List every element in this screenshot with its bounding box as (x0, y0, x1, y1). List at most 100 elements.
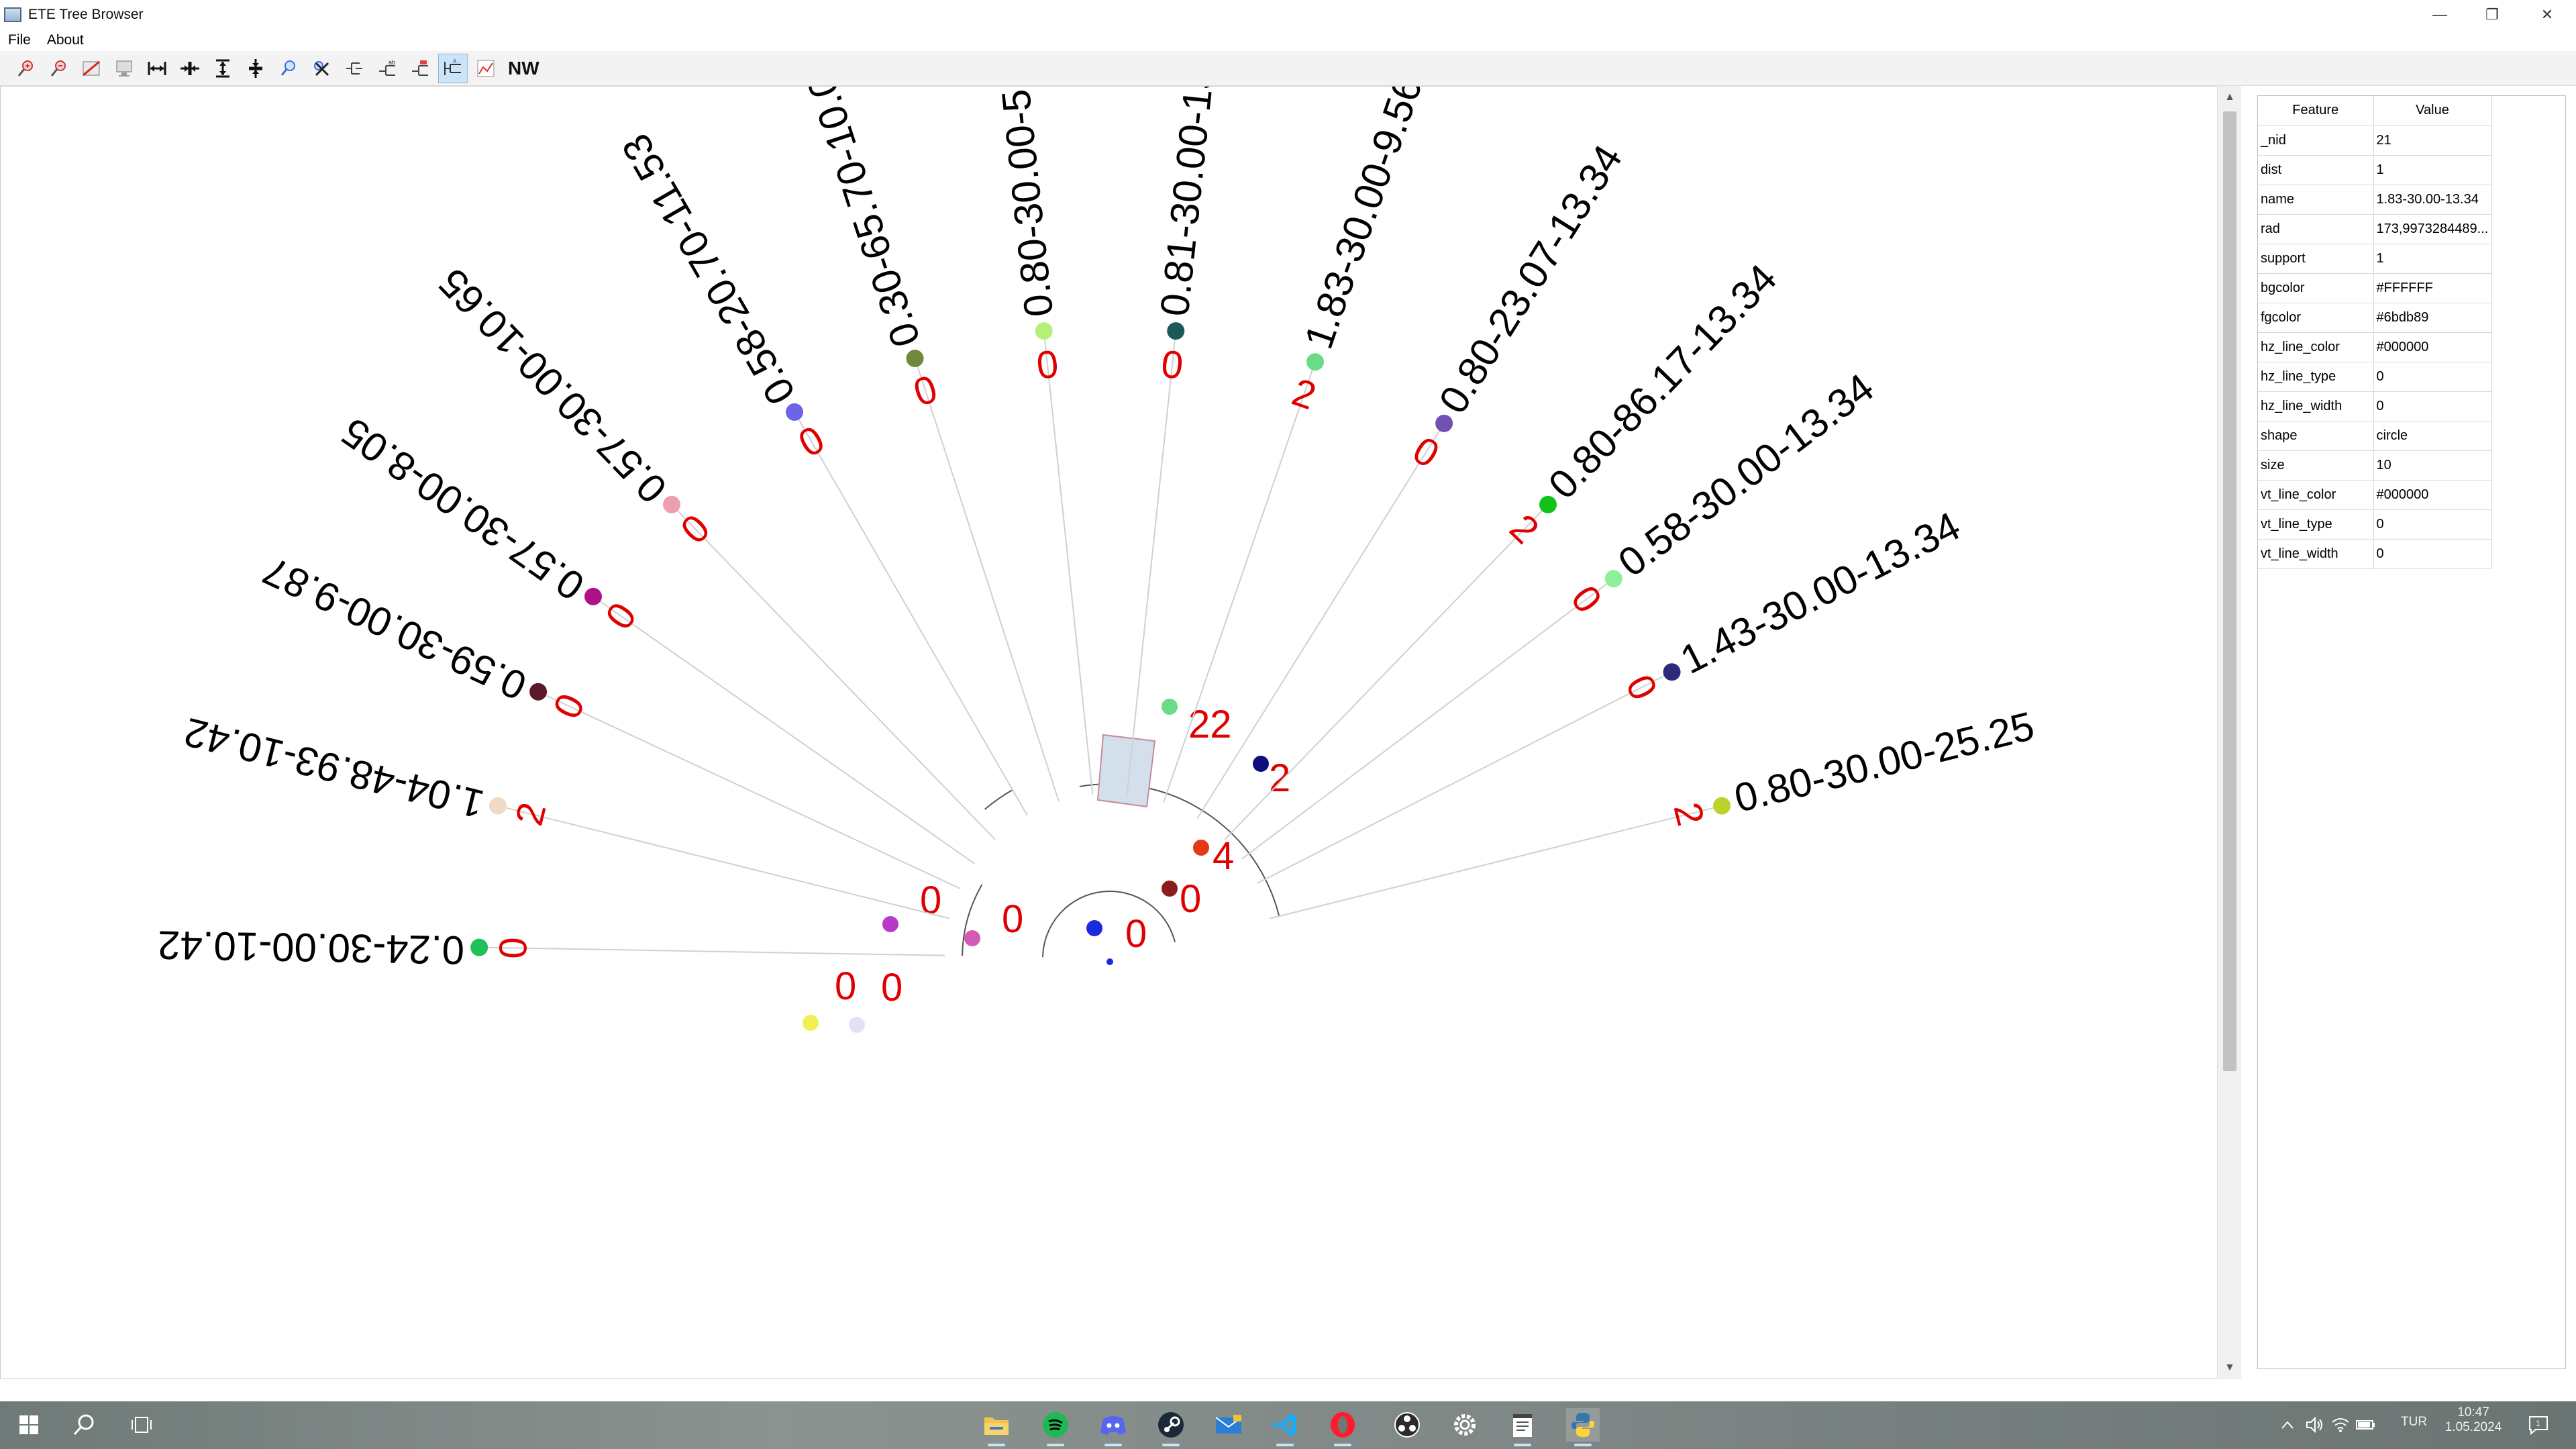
internal-node-dot[interactable] (849, 1017, 865, 1033)
feature-value-cell[interactable]: #FFFFFF (2373, 273, 2492, 303)
menu-file[interactable]: File (0, 32, 39, 48)
feature-name-cell[interactable]: bgcolor (2258, 273, 2374, 303)
feature-name-cell[interactable]: vt_line_type (2258, 509, 2374, 540)
internal-node-dot[interactable] (882, 916, 898, 932)
leaf-node-dot[interactable] (1713, 797, 1731, 815)
internal-node-dot[interactable] (1253, 756, 1269, 772)
leaf-node-dot[interactable] (906, 350, 924, 368)
feature-name-cell[interactable]: rad (2258, 214, 2374, 244)
feature-row[interactable]: size 10 (2258, 450, 2492, 481)
feature-value-cell[interactable]: 0 (2373, 509, 2492, 540)
feature-row[interactable]: rad 173,9973284489... (2258, 214, 2492, 244)
newick-button[interactable]: NW (508, 58, 539, 79)
collapsed-clade-box[interactable] (1096, 734, 1156, 808)
tree-canvas[interactable]: 0 0 4 2 22 0 0 0 0 0 0.24-30.00-10.42 2 1.04-48.93-1… (0, 86, 2241, 1379)
feature-name-cell[interactable]: size (2258, 450, 2374, 481)
internal-node-dot[interactable] (964, 930, 980, 946)
feature-row[interactable]: dist 1 (2258, 155, 2492, 185)
shrink-horizontal-button[interactable] (175, 54, 205, 83)
battery-icon[interactable] (2354, 1408, 2378, 1442)
feature-value-cell[interactable]: 1 (2373, 244, 2492, 274)
feature-value-cell[interactable]: 0 (2373, 539, 2492, 569)
clock[interactable]: 10:47 1.05.2024 (2442, 1405, 2504, 1435)
feature-value-cell[interactable]: 1 (2373, 155, 2492, 185)
scroll-down-arrow-icon[interactable]: ▼ (2218, 1356, 2242, 1379)
feature-name-cell[interactable]: name (2258, 185, 2374, 215)
render-image-button[interactable] (471, 54, 501, 83)
wifi-icon[interactable] (2328, 1408, 2353, 1442)
steam-icon[interactable] (1154, 1408, 1188, 1446)
zoom-out-button[interactable] (44, 54, 73, 83)
file-explorer-icon[interactable] (980, 1408, 1013, 1446)
feature-name-cell[interactable]: support (2258, 244, 2374, 274)
leaf-node-dot[interactable] (1306, 353, 1325, 371)
menu-about[interactable]: About (39, 32, 92, 48)
leaf-name-label[interactable]: 0.57-30.00-8.05 (333, 409, 592, 609)
feature-value-cell[interactable]: 21 (2373, 126, 2492, 156)
minimize-button[interactable]: — (2410, 0, 2469, 30)
feature-name-cell[interactable]: hz_line_width (2258, 391, 2374, 421)
show-names-button[interactable]: ab (372, 54, 402, 83)
notification-icon[interactable]: 1 (2522, 1408, 2555, 1442)
internal-node-dot[interactable] (1162, 699, 1178, 715)
internal-node-dot[interactable] (1086, 920, 1102, 936)
feature-row[interactable]: hz_line_width 0 (2258, 391, 2492, 421)
close-button[interactable]: ✕ (2518, 0, 2576, 30)
internal-node-dot[interactable] (803, 1015, 819, 1031)
branch-length-button[interactable] (340, 54, 369, 83)
zoom-in-button[interactable] (11, 54, 40, 83)
mail-icon[interactable] (1212, 1408, 1245, 1442)
discord-icon[interactable] (1096, 1408, 1130, 1446)
feature-row[interactable]: vt_line_color #000000 (2258, 480, 2492, 510)
windows-start-icon[interactable] (12, 1408, 46, 1442)
feature-value-cell[interactable]: #6bdb89 (2373, 303, 2492, 333)
align-button[interactable]: A (438, 53, 468, 83)
notepad-icon[interactable] (1506, 1408, 1539, 1446)
feature-row[interactable]: support 1 (2258, 244, 2492, 274)
show-hidden-icons-icon[interactable] (2277, 1408, 2298, 1442)
language-indicator[interactable]: TUR (2401, 1415, 2427, 1430)
leaf-name-label[interactable]: 0.81-30.00-13.34 (1152, 87, 1229, 318)
feature-row[interactable]: fgcolor #6bdb89 (2258, 303, 2492, 333)
leaf-name-label[interactable]: 0.80-30.00-25.25 (1730, 703, 2039, 821)
feature-name-cell[interactable]: dist (2258, 155, 2374, 185)
tree-drawing[interactable]: 0042220 00 000.24-30.00-10.4221.04-48.93-1… (1, 87, 2218, 1379)
leaf-node-dot[interactable] (1663, 663, 1681, 681)
scroll-up-arrow-icon[interactable]: ▲ (2218, 86, 2242, 109)
leaf-name-label[interactable]: 0.57-30.00-10.65 (430, 260, 676, 511)
feature-value-cell[interactable]: 1.83-30.00-13.34 (2373, 185, 2492, 215)
volume-icon[interactable] (2303, 1408, 2327, 1442)
leaf-name-label[interactable]: 0.59-30.00-9.87 (256, 548, 533, 709)
settings-icon[interactable] (1448, 1408, 1482, 1442)
vertical-scrollbar[interactable]: ▲ ▼ (2217, 86, 2241, 1379)
feature-name-cell[interactable]: vt_line_width (2258, 539, 2374, 569)
task-view-icon[interactable] (125, 1408, 158, 1442)
leaf-name-label[interactable]: 0.30-65.70-10.00 (791, 87, 929, 352)
feature-row[interactable]: _nid 21 (2258, 126, 2492, 156)
feature-value-cell[interactable]: circle (2373, 421, 2492, 451)
clear-search-button[interactable] (76, 54, 106, 83)
feature-value-cell[interactable]: 10 (2373, 450, 2492, 481)
internal-node-dot[interactable] (1162, 881, 1178, 897)
leaf-node-dot[interactable] (786, 403, 803, 421)
leaf-name-label[interactable]: 0.80-23.07-13.34 (1430, 137, 1631, 421)
leaf-node-dot[interactable] (488, 797, 507, 815)
leaf-node-dot[interactable] (1539, 495, 1557, 513)
feature-row[interactable]: vt_line_type 0 (2258, 509, 2492, 540)
feature-name-cell[interactable]: shape (2258, 421, 2374, 451)
obs-icon[interactable] (1390, 1408, 1424, 1442)
vscode-icon[interactable] (1268, 1408, 1302, 1446)
leaf-node-dot[interactable] (1435, 414, 1453, 432)
fit-screen-button[interactable] (109, 54, 139, 83)
feature-row[interactable]: hz_line_color #000000 (2258, 332, 2492, 362)
opera-icon[interactable] (1326, 1408, 1359, 1446)
feature-row[interactable]: shape circle (2258, 421, 2492, 451)
feature-name-cell[interactable]: _nid (2258, 126, 2374, 156)
root-node-dot[interactable] (1106, 958, 1113, 965)
leaf-name-label[interactable]: 0.58-20.70-11.53 (613, 127, 804, 412)
show-support-button[interactable] (405, 54, 435, 83)
search-node-button[interactable] (274, 54, 303, 83)
feature-row[interactable]: bgcolor #FFFFFF (2258, 273, 2492, 303)
leaf-name-label[interactable]: 0.80-30.00-5.72 (987, 87, 1062, 319)
feature-value-cell[interactable]: #000000 (2373, 332, 2492, 362)
